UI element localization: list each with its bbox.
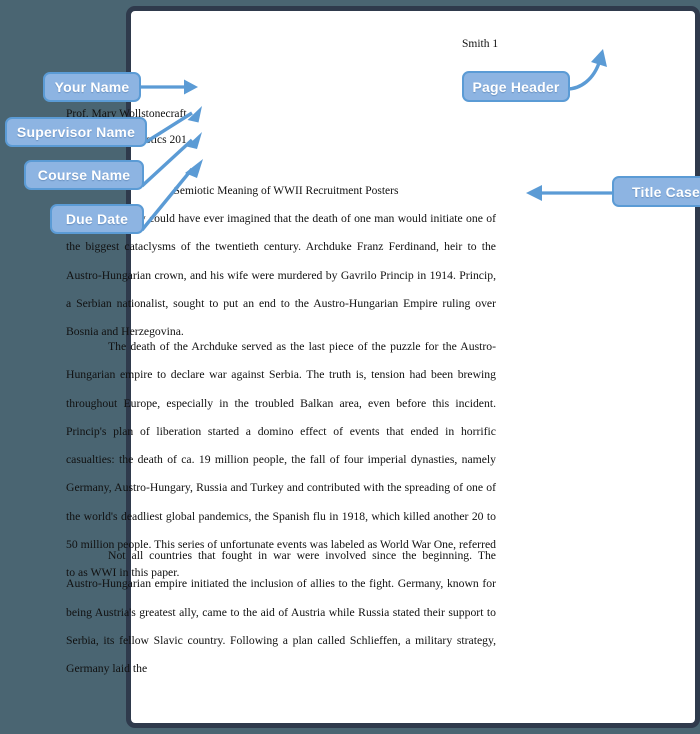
callout-course-name[interactable]: Course Name (24, 160, 144, 190)
arrow-up-right-icon (140, 159, 203, 232)
callout-page-header[interactable]: Page Header (462, 71, 570, 102)
arrow-left-icon (526, 185, 620, 201)
document-content: Smith 1 Jane Smith Prof. Mary Wollstonec… (0, 0, 574, 722)
callout-title-case[interactable]: Title Case (612, 176, 700, 207)
page-header-text: Smith 1 (462, 38, 499, 50)
curved-arrow-up-right-icon (566, 49, 607, 91)
arrow-right-icon (138, 79, 198, 95)
callout-due-date[interactable]: Due Date (50, 204, 144, 234)
callout-your-name[interactable]: Your Name (43, 72, 141, 102)
body-paragraph: Not all countries that fought in war wer… (66, 549, 496, 676)
callout-supervisor-name[interactable]: Supervisor Name (5, 117, 147, 147)
